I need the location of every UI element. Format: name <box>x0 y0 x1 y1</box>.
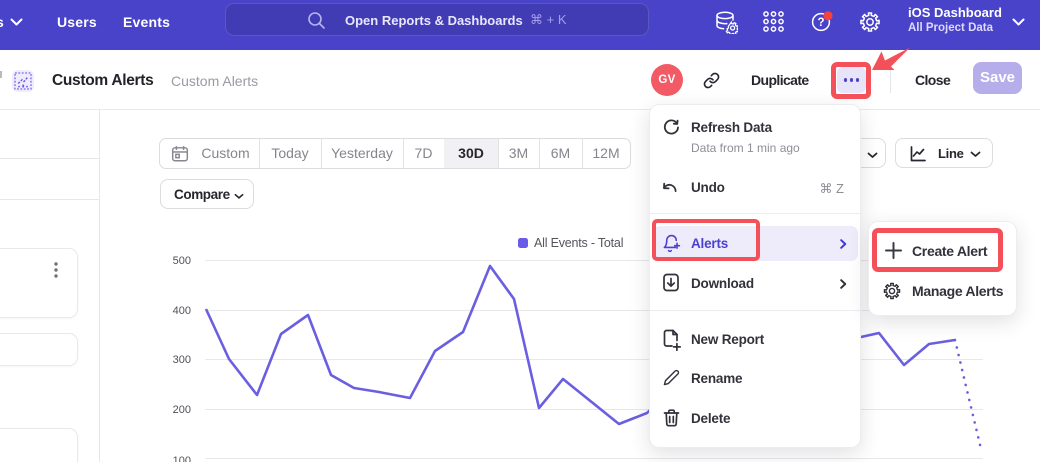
svg-text:?: ? <box>817 17 824 29</box>
